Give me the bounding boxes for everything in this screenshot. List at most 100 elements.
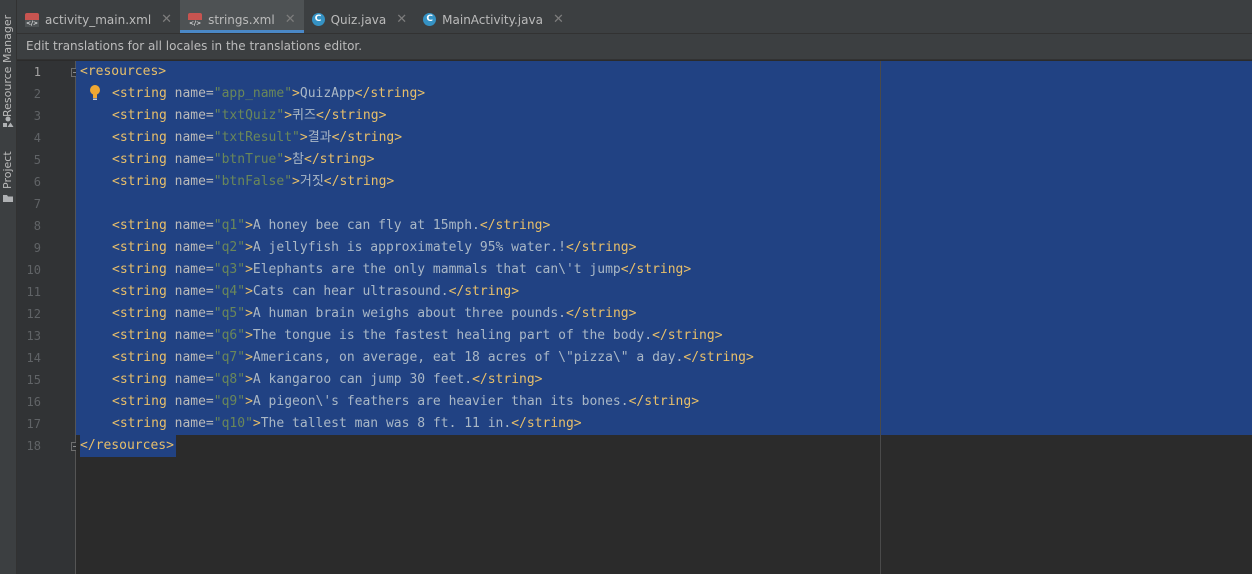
tab-activity-main-xml[interactable]: </> activity_main.xml ✕ xyxy=(17,0,180,33)
line-number: 1 xyxy=(33,65,41,79)
resource-manager-icon xyxy=(3,116,14,127)
string-text: A kangaroo can jump 30 feet. xyxy=(252,372,473,387)
string-tag: <string xyxy=(112,394,175,409)
string-close-tag: </string> xyxy=(331,130,403,145)
resources-open-tag: <resources> xyxy=(80,64,167,79)
string-close-tag: </string> xyxy=(620,262,692,277)
string-close-tag: </string> xyxy=(315,108,387,123)
name-attribute: name= xyxy=(174,306,214,321)
tab-mainactivity-java[interactable]: C MainActivity.java ✕ xyxy=(415,0,572,33)
resource-manager-tool-button[interactable]: Resource Manager xyxy=(0,14,16,118)
string-close-tag: </string> xyxy=(304,152,375,167)
string-tag: <string xyxy=(112,130,175,145)
string-tag: <string xyxy=(112,174,175,189)
name-attribute: name= xyxy=(174,152,214,167)
name-attribute: name= xyxy=(174,416,214,431)
string-name-value: "q1" xyxy=(213,218,246,233)
close-icon[interactable]: ✕ xyxy=(285,12,296,27)
string-close-tag: </string> xyxy=(448,284,520,299)
string-name-value: "q5" xyxy=(213,306,246,321)
tag-bracket: > xyxy=(292,174,300,189)
string-tag: <string xyxy=(112,328,175,343)
name-attribute: name= xyxy=(174,108,214,123)
line-number: 3 xyxy=(33,109,41,123)
string-close-tag: </string> xyxy=(472,372,543,387)
name-attribute: name= xyxy=(174,262,214,277)
java-class-icon: C xyxy=(311,13,325,26)
tag-bracket: > xyxy=(245,284,253,299)
java-class-icon: C xyxy=(423,13,437,26)
line-number: 16 xyxy=(26,395,41,409)
xml-file-icon: </> xyxy=(188,12,203,27)
string-text: Elephants are the only mammals that can\… xyxy=(252,262,621,277)
string-text: Cats can hear ultrasound. xyxy=(252,284,449,299)
string-tag: <string xyxy=(112,262,175,277)
string-close-tag: </string> xyxy=(565,240,637,255)
string-name-value: "q10" xyxy=(213,416,253,431)
line-number: 18 xyxy=(26,439,41,453)
line-number: 12 xyxy=(26,307,41,321)
line-number: 14 xyxy=(26,351,41,365)
string-name-value: "q7" xyxy=(213,350,246,365)
line-number: 15 xyxy=(26,373,41,387)
tag-bracket: > xyxy=(299,130,308,145)
line-number: 4 xyxy=(33,131,41,145)
name-attribute: name= xyxy=(174,218,214,233)
line-number: 8 xyxy=(33,219,41,233)
tag-bracket: > xyxy=(292,86,300,101)
string-text: QuizApp xyxy=(299,86,355,101)
line-number: 17 xyxy=(26,417,41,431)
name-attribute: name= xyxy=(174,394,214,409)
name-attribute: name= xyxy=(174,86,214,101)
translations-editor-notice: Edit translations for all locales in the… xyxy=(17,34,1252,60)
folder-icon xyxy=(3,195,13,202)
line-number: 11 xyxy=(26,285,41,299)
line-number: 5 xyxy=(33,153,41,167)
lightbulb-icon[interactable] xyxy=(88,84,102,102)
tag-bracket: > xyxy=(252,416,261,431)
string-name-value: "q9" xyxy=(213,394,246,409)
tag-bracket: > xyxy=(284,152,293,167)
string-tag: <string xyxy=(112,350,175,365)
string-name-value: "app_name" xyxy=(213,86,293,101)
close-icon[interactable]: ✕ xyxy=(161,12,172,27)
tab-strings-xml[interactable]: </> strings.xml ✕ xyxy=(180,0,304,33)
string-name-value: "q8" xyxy=(213,372,246,387)
close-icon[interactable]: ✕ xyxy=(396,12,407,27)
name-attribute: name= xyxy=(174,130,214,145)
tag-bracket: > xyxy=(245,350,253,365)
name-attribute: name= xyxy=(174,372,214,387)
tag-bracket: > xyxy=(245,328,253,343)
string-name-value: "q2" xyxy=(213,240,246,255)
string-close-tag: </string> xyxy=(354,86,426,101)
tag-bracket: > xyxy=(245,394,253,409)
string-tag: <string xyxy=(112,86,175,101)
line-number: 7 xyxy=(33,197,41,211)
string-text: 거짓 xyxy=(299,174,324,189)
string-name-value: "txtQuiz" xyxy=(213,108,285,123)
code-editor[interactable]: <resources> <string name="app_name">QuizA… xyxy=(76,61,1252,574)
string-text: 퀴즈 xyxy=(292,108,316,123)
tab-quiz-java[interactable]: C Quiz.java ✕ xyxy=(304,0,416,33)
string-text: A jellyfish is approximately 95% water.! xyxy=(252,240,566,255)
left-tool-strip: Resource Manager Project xyxy=(0,0,17,574)
string-close-tag: </string> xyxy=(652,328,723,343)
tab-label: activity_main.xml xyxy=(45,12,152,27)
string-text: A pigeon\'s feathers are heavier than it… xyxy=(252,394,629,409)
line-number: 10 xyxy=(26,263,41,277)
string-tag: <string xyxy=(112,240,175,255)
string-name-value: "q4" xyxy=(213,284,246,299)
string-text: 결과 xyxy=(307,130,332,145)
project-tool-button[interactable]: Project xyxy=(0,150,16,190)
tag-bracket: > xyxy=(245,262,253,277)
string-close-tag: </string> xyxy=(511,416,582,431)
string-name-value: "q6" xyxy=(213,328,246,343)
line-number: 13 xyxy=(26,329,41,343)
string-text: The tongue is the fastest healing part o… xyxy=(252,328,653,343)
string-name-value: "btnTrue" xyxy=(213,152,285,167)
string-close-tag: </string> xyxy=(565,306,637,321)
string-close-tag: </string> xyxy=(323,174,395,189)
close-icon[interactable]: ✕ xyxy=(553,12,564,27)
tag-bracket: > xyxy=(245,306,253,321)
resources-close-tag: </resources> xyxy=(80,438,174,453)
